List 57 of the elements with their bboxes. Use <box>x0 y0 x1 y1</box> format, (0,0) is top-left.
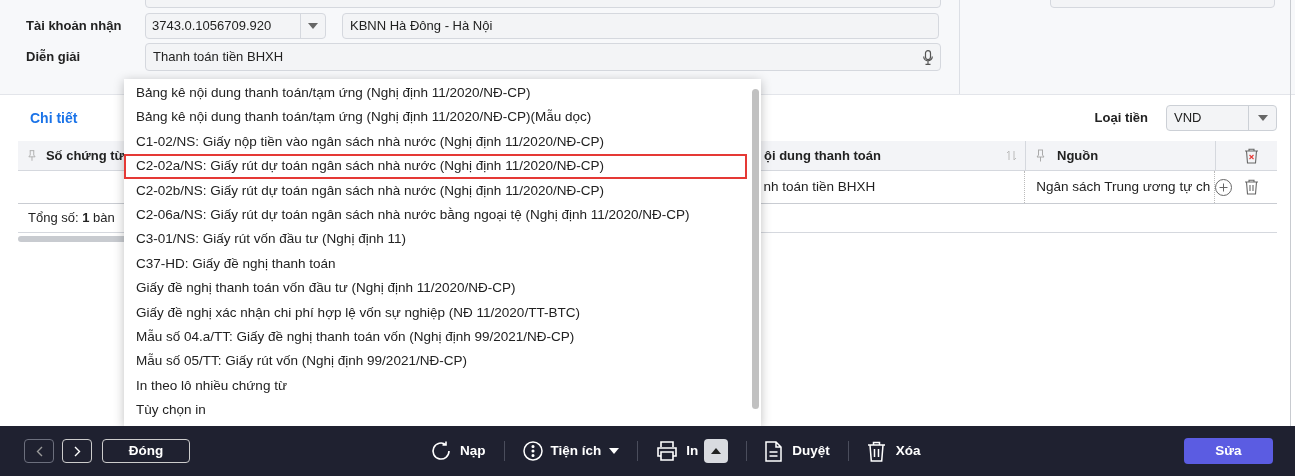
column-title: Số chứng từ <box>45 146 124 165</box>
sort-icon[interactable] <box>1006 150 1017 161</box>
table-cell: Ngân sách Trung ương tự ch <box>1025 171 1215 203</box>
utilities-button[interactable]: Tiện ích <box>522 440 620 462</box>
print-button[interactable]: In <box>656 440 699 462</box>
menu-item[interactable]: Tùy chọn in <box>124 398 747 423</box>
total-count: Tổng số: 1 bàn <box>28 209 115 228</box>
menu-item[interactable]: C2-02b/NS: Giấy rút dự toán ngân sách nhà nước (Nghị định 11/2020/NĐ-CP) <box>124 178 747 203</box>
menu-item[interactable]: C2-06a/NS: Giấy rút dự toán ngân sách nhà nước bằng ngoại tệ (Nghị định 11/2020/NĐ-CP) <box>124 202 747 228</box>
add-icon[interactable] <box>1215 178 1232 196</box>
menu-item[interactable]: Giấy đề nghị xác nhận chi phí hợp lệ vốn sự nghiệp (NĐ 11/2020/TT-BTC) <box>124 300 747 325</box>
menu-item[interactable]: Bảng kê nội dung thanh toán/tạm ứng (Nghị định 11/2020/NĐ-CP)(Mẫu dọc) <box>124 105 747 130</box>
chevron-right-icon <box>73 445 81 457</box>
menu-item[interactable]: Mẫu số 05/TT: Giấy rút vốn (Nghị định 99/2021/NĐ-CP) <box>124 349 747 374</box>
pin-icon[interactable] <box>1036 149 1045 162</box>
field-label: Tài khoản nhận <box>26 17 123 36</box>
close-button[interactable]: Đóng <box>102 439 190 463</box>
caret-down-icon <box>1257 115 1268 121</box>
refresh-icon <box>430 440 452 462</box>
table-cell: nh toán tiền BHXH <box>763 171 1026 203</box>
menu-item[interactable]: C37-HD: Giấy đề nghị thanh toán <box>124 251 747 277</box>
delete-button[interactable]: Xóa <box>866 440 921 462</box>
column-title: ội dung thanh toán <box>764 146 881 165</box>
delete-all-icon[interactable] <box>1244 147 1259 164</box>
caret-down-icon <box>609 448 620 454</box>
menu-item[interactable]: C3-01/NS: Giấy rút vốn đầu tư (Nghị định 11) <box>124 227 747 252</box>
menu-item[interactable]: C1-02/NS: Giấy nộp tiền vào ngân sách nhà nước (Nghị định 11/2020/NĐ-CP) <box>124 129 747 155</box>
description-field[interactable]: Thanh toán tiền BHXH <box>145 43 941 71</box>
menu-scrollbar[interactable] <box>752 89 759 409</box>
trash-icon <box>866 440 886 462</box>
field-label: Loại tiền <box>1094 109 1148 128</box>
microphone-icon[interactable] <box>923 49 933 65</box>
caret-up-icon <box>711 448 722 454</box>
printer-icon <box>656 441 679 461</box>
menu-item[interactable]: C2-02a/NS: Giấy rút dự toán ngân sách nhà nước (Nghị định 11/2020/NĐ-CP) <box>124 154 747 179</box>
section-title: Chi tiết <box>30 108 78 128</box>
next-button[interactable] <box>62 439 92 463</box>
menu-item[interactable]: Giấy đề nghị thanh toán vốn đầu tư (Nghị định 11/2020/NĐ-CP) <box>124 276 747 301</box>
print-options-button[interactable] <box>704 439 729 463</box>
bank-field[interactable]: KBNN Hà Đông - Hà Nội <box>342 13 939 39</box>
caret-down-icon <box>308 23 318 29</box>
chevron-left-icon <box>35 445 43 457</box>
reload-button[interactable]: Nạp <box>430 440 486 462</box>
menu-item[interactable]: Mẫu số 04.a/TT: Giấy đề nghị thanh toán vốn (Nghị định 99/2021/NĐ-CP) <box>124 324 747 350</box>
previous-button[interactable] <box>24 439 54 463</box>
menu-item[interactable]: Bảng kê nội dung thanh toán/tạm ứng (Nghị định 11/2020/NĐ-CP) <box>124 81 747 106</box>
field-label: Diễn giải <box>26 48 82 67</box>
currency-select[interactable]: VND <box>1166 105 1277 131</box>
edit-button[interactable]: Sửa <box>1184 438 1273 464</box>
pin-icon[interactable] <box>28 149 36 162</box>
column-title: Nguồn <box>1057 146 1099 165</box>
document-icon <box>765 440 783 462</box>
trash-icon[interactable] <box>1244 179 1259 195</box>
account-select[interactable]: 3743.0.1056709.920 <box>145 13 326 39</box>
menu-item[interactable]: In theo lô nhiều chứng từ <box>124 373 747 399</box>
approve-button[interactable]: Duyệt <box>765 440 830 462</box>
more-icon <box>522 441 543 461</box>
